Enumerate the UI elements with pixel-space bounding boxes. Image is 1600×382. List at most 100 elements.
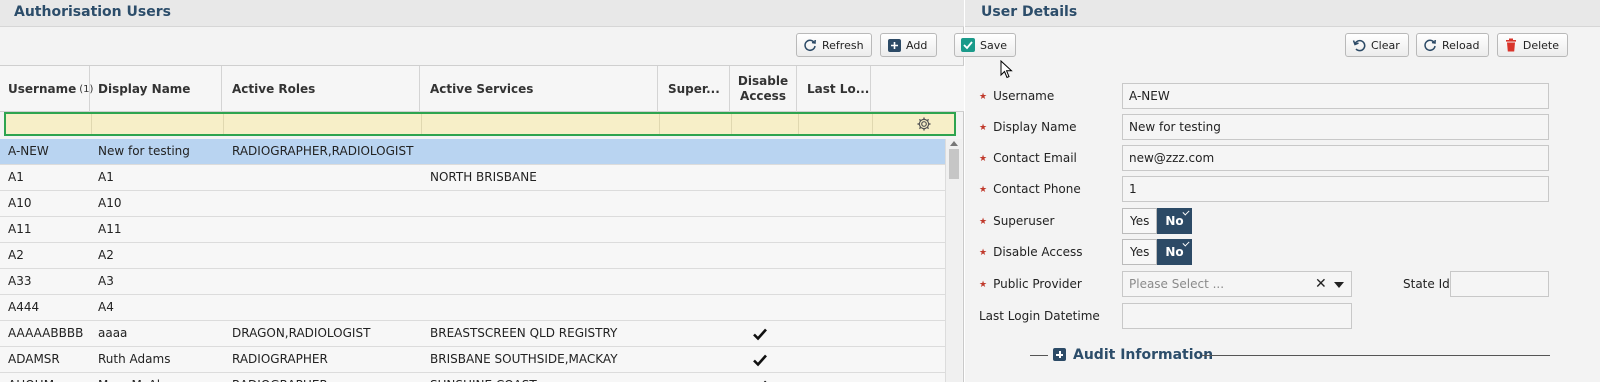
col-superuser[interactable]: Super... xyxy=(658,66,730,112)
filter-row[interactable] xyxy=(4,112,956,136)
required-star-icon: ★ xyxy=(979,123,988,133)
cell-services xyxy=(420,243,658,268)
contact-email-field[interactable]: new@zzz.com xyxy=(1122,145,1549,171)
col-username-label: Username xyxy=(8,82,77,96)
cell-display-name: A2 xyxy=(98,248,114,262)
cell-display-name: A11 xyxy=(98,222,122,236)
required-star-icon: ★ xyxy=(979,185,988,195)
vertical-scrollbar[interactable] xyxy=(945,139,962,382)
clear-button[interactable]: Clear xyxy=(1345,33,1409,57)
col-disable-access[interactable]: Disable Access xyxy=(730,66,797,112)
cell-username: A11 xyxy=(8,222,32,236)
filter-services[interactable] xyxy=(422,114,660,134)
contact-email-label: ★ Contact Email xyxy=(979,151,1077,165)
cell-roles xyxy=(222,191,420,216)
col-username[interactable]: Username (1) xyxy=(0,66,93,112)
cell-roles xyxy=(222,295,420,320)
table-row[interactable]: AHOHMMary McAl...RADIOGRAPHERSUNSHINE CO… xyxy=(0,373,945,382)
cell-services: BRISBANE SOUTHSIDE,MACKAY xyxy=(430,352,618,366)
filter-username[interactable] xyxy=(6,114,92,134)
required-star-icon: ★ xyxy=(979,217,988,227)
public-provider-row: ★ Public Provider Please Select ... ✕ Sta… xyxy=(979,271,1589,297)
clear-label: Clear xyxy=(1371,38,1400,52)
add-button[interactable]: Add xyxy=(880,33,937,57)
filter-display-name[interactable] xyxy=(92,114,224,134)
chevron-down-icon[interactable] xyxy=(1334,282,1344,288)
plus-icon xyxy=(887,38,901,52)
table-row[interactable]: A1 A1 NORTH BRISBANE xyxy=(0,165,945,191)
trash-icon xyxy=(1504,38,1518,52)
contact-email-row: ★ Contact Email new@zzz.com xyxy=(979,145,1589,171)
disable-access-toggle[interactable]: Yes No xyxy=(1122,239,1192,265)
save-label: Save xyxy=(980,38,1008,52)
cell-services xyxy=(420,217,658,242)
col-last-login[interactable]: Last Lo... xyxy=(797,66,871,112)
grid-body: A-NEW New for testing RADIOGRAPHER,RADIOLO… xyxy=(0,139,945,382)
clear-x-icon[interactable]: ✕ xyxy=(1315,276,1327,292)
superuser-toggle[interactable]: Yes No xyxy=(1122,208,1192,234)
last-login-row: Last Login Datetime xyxy=(979,303,1589,329)
users-panel: Authorisation Users Refresh Add Username… xyxy=(0,0,964,382)
superuser-no-option[interactable]: No xyxy=(1157,208,1192,234)
mouse-cursor-icon xyxy=(1000,60,1013,79)
col-active-roles[interactable]: Active Roles xyxy=(222,66,420,112)
gear-icon[interactable] xyxy=(916,116,932,132)
cell-services xyxy=(420,191,658,216)
disable-access-no-option[interactable]: No xyxy=(1157,239,1192,265)
superuser-label: ★ Superuser xyxy=(979,214,1055,228)
reload-button[interactable]: Reload xyxy=(1416,33,1489,57)
delete-button[interactable]: Delete xyxy=(1497,33,1568,57)
col-active-services[interactable]: Active Services xyxy=(420,66,658,112)
col-disable-access-line2: Access xyxy=(740,89,786,103)
cell-username: A33 xyxy=(8,274,32,288)
required-star-icon: ★ xyxy=(979,248,988,258)
table-row[interactable]: A-NEW New for testing RADIOGRAPHER,RADIOLO… xyxy=(0,139,945,165)
table-row[interactable]: A444 A4 xyxy=(0,295,945,321)
save-button[interactable]: Save xyxy=(954,33,1016,57)
audit-label[interactable]: Audit Information xyxy=(1073,346,1213,364)
username-field[interactable]: A-NEW xyxy=(1122,83,1549,109)
refresh-label: Refresh xyxy=(822,38,864,52)
contact-phone-field[interactable]: 1 xyxy=(1122,176,1549,202)
cell-roles xyxy=(222,269,420,294)
cell-display-name: Ruth Adams xyxy=(98,352,171,366)
cell-display-name: aaaa xyxy=(98,326,128,340)
contact-phone-row: ★ Contact Phone 1 xyxy=(979,176,1589,202)
cell-username: AAAAABBBB xyxy=(8,326,84,340)
scroll-up-icon[interactable] xyxy=(950,141,958,146)
checkmark-icon xyxy=(753,328,767,341)
required-star-icon: ★ xyxy=(979,154,988,164)
required-star-icon: ★ xyxy=(979,280,988,290)
display-name-field[interactable]: New for testing xyxy=(1122,114,1549,140)
col-display-name[interactable]: Display Name xyxy=(90,66,222,112)
cell-display-name: A3 xyxy=(98,274,114,288)
table-row[interactable]: A2 A2 xyxy=(0,243,945,269)
filter-disable-access[interactable] xyxy=(732,114,799,134)
cell-username: AHOHM xyxy=(0,373,90,382)
last-login-field[interactable] xyxy=(1122,303,1352,329)
filter-roles[interactable] xyxy=(224,114,422,134)
cell-services: BREASTSCREEN QLD REGISTRY xyxy=(430,326,618,340)
table-row[interactable]: A10 A10 xyxy=(0,191,945,217)
cell-services xyxy=(420,295,658,320)
cell-display-name: A1 xyxy=(98,170,114,184)
table-row[interactable]: A11 A11 xyxy=(0,217,945,243)
filter-superuser[interactable] xyxy=(660,114,732,134)
table-row[interactable]: ADAMSR Ruth Adams RADIOGRAPHER BRISBANE SOU… xyxy=(0,347,945,373)
cell-username: A10 xyxy=(8,196,32,210)
cell-display-name: Mary McAl... xyxy=(90,373,222,382)
table-row[interactable]: A33 A3 xyxy=(0,269,945,295)
refresh-button[interactable]: Refresh xyxy=(796,33,872,57)
cell-services xyxy=(420,269,658,294)
cell-display-name: A10 xyxy=(98,196,122,210)
disable-access-yes-option[interactable]: Yes xyxy=(1122,239,1158,265)
cell-roles: RADIOGRAPHER xyxy=(232,352,328,366)
scroll-thumb[interactable] xyxy=(949,149,959,179)
audit-section[interactable]: Audit Information xyxy=(1030,346,1550,366)
state-id-field[interactable] xyxy=(1450,271,1549,297)
superuser-yes-option[interactable]: Yes xyxy=(1122,208,1158,234)
table-row[interactable]: AAAAABBBB aaaa DRAGON,RADIOLOGIST BREASTSCR… xyxy=(0,321,945,347)
divider xyxy=(1030,355,1048,356)
expand-plus-icon[interactable] xyxy=(1053,348,1066,361)
filter-last-login[interactable] xyxy=(799,114,873,134)
